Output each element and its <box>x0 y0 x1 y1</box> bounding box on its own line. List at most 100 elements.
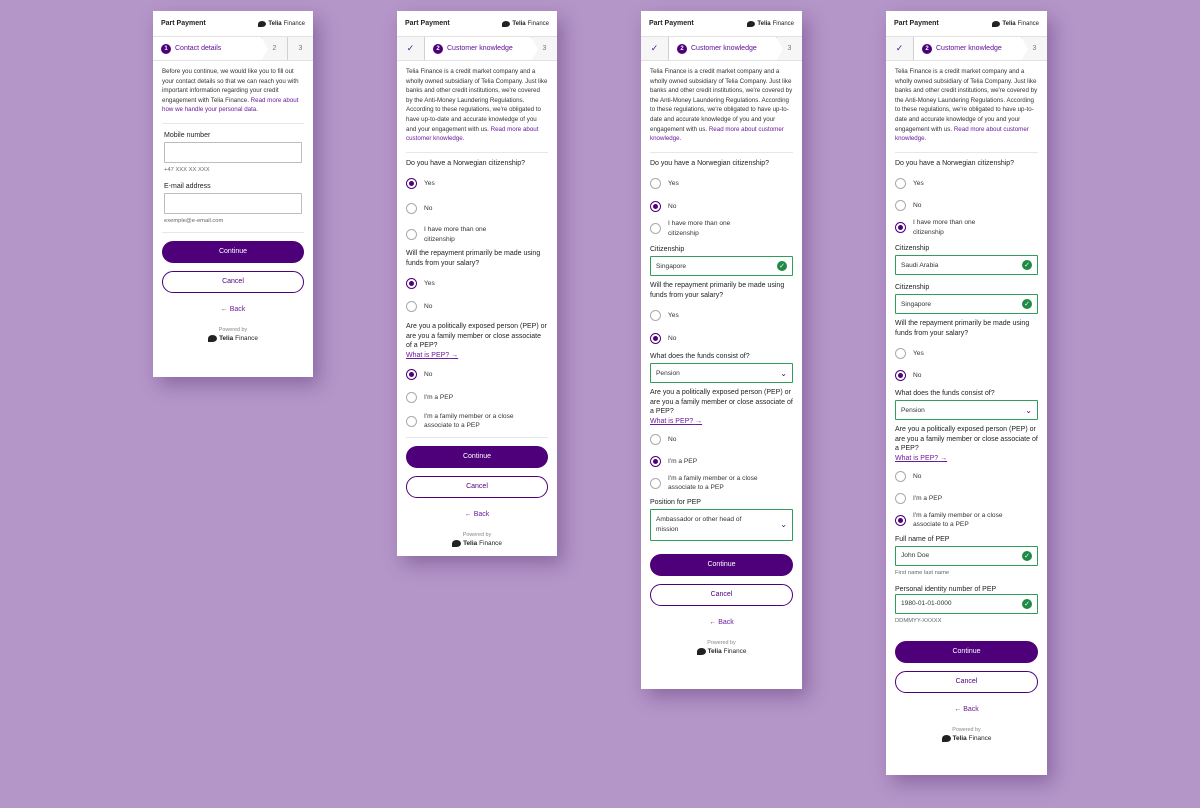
pep-family-radio[interactable]: I'm a family member or a close associate… <box>650 474 793 493</box>
step-number: 2 <box>922 43 932 54</box>
radio-selected-icon <box>895 369 906 381</box>
citizenship-2-input[interactable]: Singapore ✓ <box>895 294 1038 315</box>
citizenship-yes-radio[interactable]: Yes <box>650 176 793 190</box>
arrow-left-icon: ← <box>709 618 717 626</box>
telia-logo-icon <box>258 20 267 27</box>
pep-family-radio[interactable]: I'm a family member or a close associate… <box>406 412 548 431</box>
telia-logo-icon <box>992 20 1001 27</box>
pid-hint: DDMMYY-XXXXX <box>895 617 942 624</box>
cancel-button[interactable]: Cancel <box>162 270 304 293</box>
salary-no-radio[interactable]: No <box>895 368 1038 382</box>
header: Part Payment Telia Finance <box>641 11 802 37</box>
citizenship-no-radio[interactable]: No <box>895 198 1038 212</box>
check-icon: ✓ <box>1022 550 1032 561</box>
salary-no-radio[interactable]: No <box>650 331 793 345</box>
pep-no-radio[interactable]: No <box>406 368 548 382</box>
funds-select[interactable]: Pension ⌄ <box>650 363 793 384</box>
salary-no-radio[interactable]: No <box>406 299 548 313</box>
check-icon: ✓ <box>1022 299 1032 310</box>
brand-suffix: Finance <box>723 647 747 655</box>
arrow-left-icon: ← <box>954 705 962 713</box>
chevron-down-icon: ⌄ <box>780 368 787 378</box>
cancel-button[interactable]: Cancel <box>650 583 793 606</box>
pep-yes-radio[interactable]: I'm a PEP <box>650 455 793 469</box>
step-2-active: 2 Customer knowledge <box>425 37 538 61</box>
pep-family-radio[interactable]: I'm a family member or a close associate… <box>895 511 1038 530</box>
brand-suffix: Finance <box>527 20 549 27</box>
link-label: What is PEP? <box>650 417 694 425</box>
citizenship-no-radio[interactable]: No <box>406 201 548 215</box>
step-1-done-check-icon[interactable]: ✓ <box>641 37 669 60</box>
header-title: Part Payment <box>405 20 450 27</box>
what-is-pep-link[interactable]: What is PEP? → <box>895 455 1038 462</box>
telia-logo-icon <box>696 647 706 655</box>
header-title: Part Payment <box>161 20 206 27</box>
radio-label: Yes <box>424 179 435 187</box>
what-is-pep-link[interactable]: What is PEP? → <box>406 352 548 359</box>
funds-select[interactable]: Pension ⌄ <box>895 400 1038 421</box>
back-link[interactable]: ← Back <box>650 619 793 626</box>
back-link[interactable]: ← Back <box>895 706 1038 713</box>
intro-text: Telia Finance is a credit market company… <box>895 67 1038 144</box>
back-label: Back <box>229 305 246 313</box>
continue-button[interactable]: Continue <box>895 640 1038 663</box>
field-value: Singapore <box>656 262 687 270</box>
continue-button[interactable]: Continue <box>162 240 304 263</box>
intro-body: Telia Finance is a credit market company… <box>895 68 1038 133</box>
radio-label: Yes <box>913 179 924 187</box>
citizenship-multiple-radio[interactable]: I have more than one citizenship <box>895 218 1038 237</box>
select-value: Ambassador or other head of mission <box>656 515 742 533</box>
pep-yes-radio[interactable]: I'm a PEP <box>406 391 548 405</box>
citizenship-yes-radio[interactable]: Yes <box>895 176 1038 190</box>
radio-label: No <box>424 302 433 310</box>
pep-no-radio[interactable]: No <box>650 433 793 447</box>
citizenship-yes-radio[interactable]: Yes <box>406 176 548 190</box>
what-is-pep-link[interactable]: What is PEP? → <box>650 418 793 425</box>
step-1-done-check-icon[interactable]: ✓ <box>886 37 914 60</box>
back-label: Back <box>718 618 734 626</box>
continue-button[interactable]: Continue <box>650 553 793 576</box>
radio-selected-icon <box>650 332 661 344</box>
powered-by: Powered by <box>707 639 736 646</box>
header: Part Payment Telia Finance <box>886 11 1047 37</box>
telia-finance-logo: Telia Finance <box>502 20 549 27</box>
salary-yes-radio[interactable]: Yes <box>650 308 793 322</box>
cancel-button[interactable]: Cancel <box>895 670 1038 693</box>
citizenship-no-radio[interactable]: No <box>650 199 793 213</box>
salary-yes-radio[interactable]: Yes <box>895 346 1038 360</box>
screen-customer-knowledge-3: Part Payment Telia Finance ✓ 2 Customer k… <box>886 11 1047 775</box>
telia-logo-icon <box>502 20 511 27</box>
radio-selected-icon <box>895 222 906 234</box>
pid-input[interactable]: 1980-01-01-0000 ✓ <box>895 593 1038 614</box>
salary-yes-radio[interactable]: Yes <box>406 276 548 290</box>
citizenship-1-input[interactable]: Saudi Arabia ✓ <box>895 255 1038 276</box>
radio-label: No <box>913 201 922 209</box>
radio-label: I'm a family member or a close associate… <box>668 474 758 492</box>
step-1-done-check-icon[interactable]: ✓ <box>397 37 425 60</box>
citizenship-multiple-radio[interactable]: I have more than one citizenship <box>406 225 548 244</box>
citizenship-1-label: Citizenship <box>895 245 930 253</box>
pep-no-radio[interactable]: No <box>895 470 1038 484</box>
citizenship-multiple-radio[interactable]: I have more than one citizenship <box>650 219 793 238</box>
email-hint: exemple@e-email.com <box>164 217 224 224</box>
pep-yes-radio[interactable]: I'm a PEP <box>895 492 1038 506</box>
pep-question: Are you a politically exposed person (PE… <box>650 389 793 416</box>
back-link[interactable]: ← Back <box>406 511 548 518</box>
position-select[interactable]: Ambassador or other head of mission ⌄ <box>650 508 793 541</box>
radio-icon <box>650 434 661 446</box>
citizenship-question: Do you have a Norwegian citizenship? <box>650 159 770 167</box>
brand-suffix: Finance <box>1017 20 1039 27</box>
mobile-input[interactable] <box>164 141 302 163</box>
position-label: Position for PEP <box>650 498 701 506</box>
back-link[interactable]: ← Back <box>162 306 304 313</box>
fullname-input[interactable]: John Doe ✓ <box>895 545 1038 566</box>
email-input[interactable] <box>164 192 302 214</box>
cancel-button[interactable]: Cancel <box>406 475 548 498</box>
header: Part Payment Telia Finance <box>153 11 313 37</box>
divider <box>650 151 793 153</box>
radio-label: Yes <box>424 279 435 287</box>
continue-button[interactable]: Continue <box>406 445 548 468</box>
intro-body: Telia Finance is a credit market company… <box>650 68 793 133</box>
arrow-right-icon: → <box>695 417 703 425</box>
citizenship-input[interactable]: Singapore ✓ <box>650 256 793 277</box>
